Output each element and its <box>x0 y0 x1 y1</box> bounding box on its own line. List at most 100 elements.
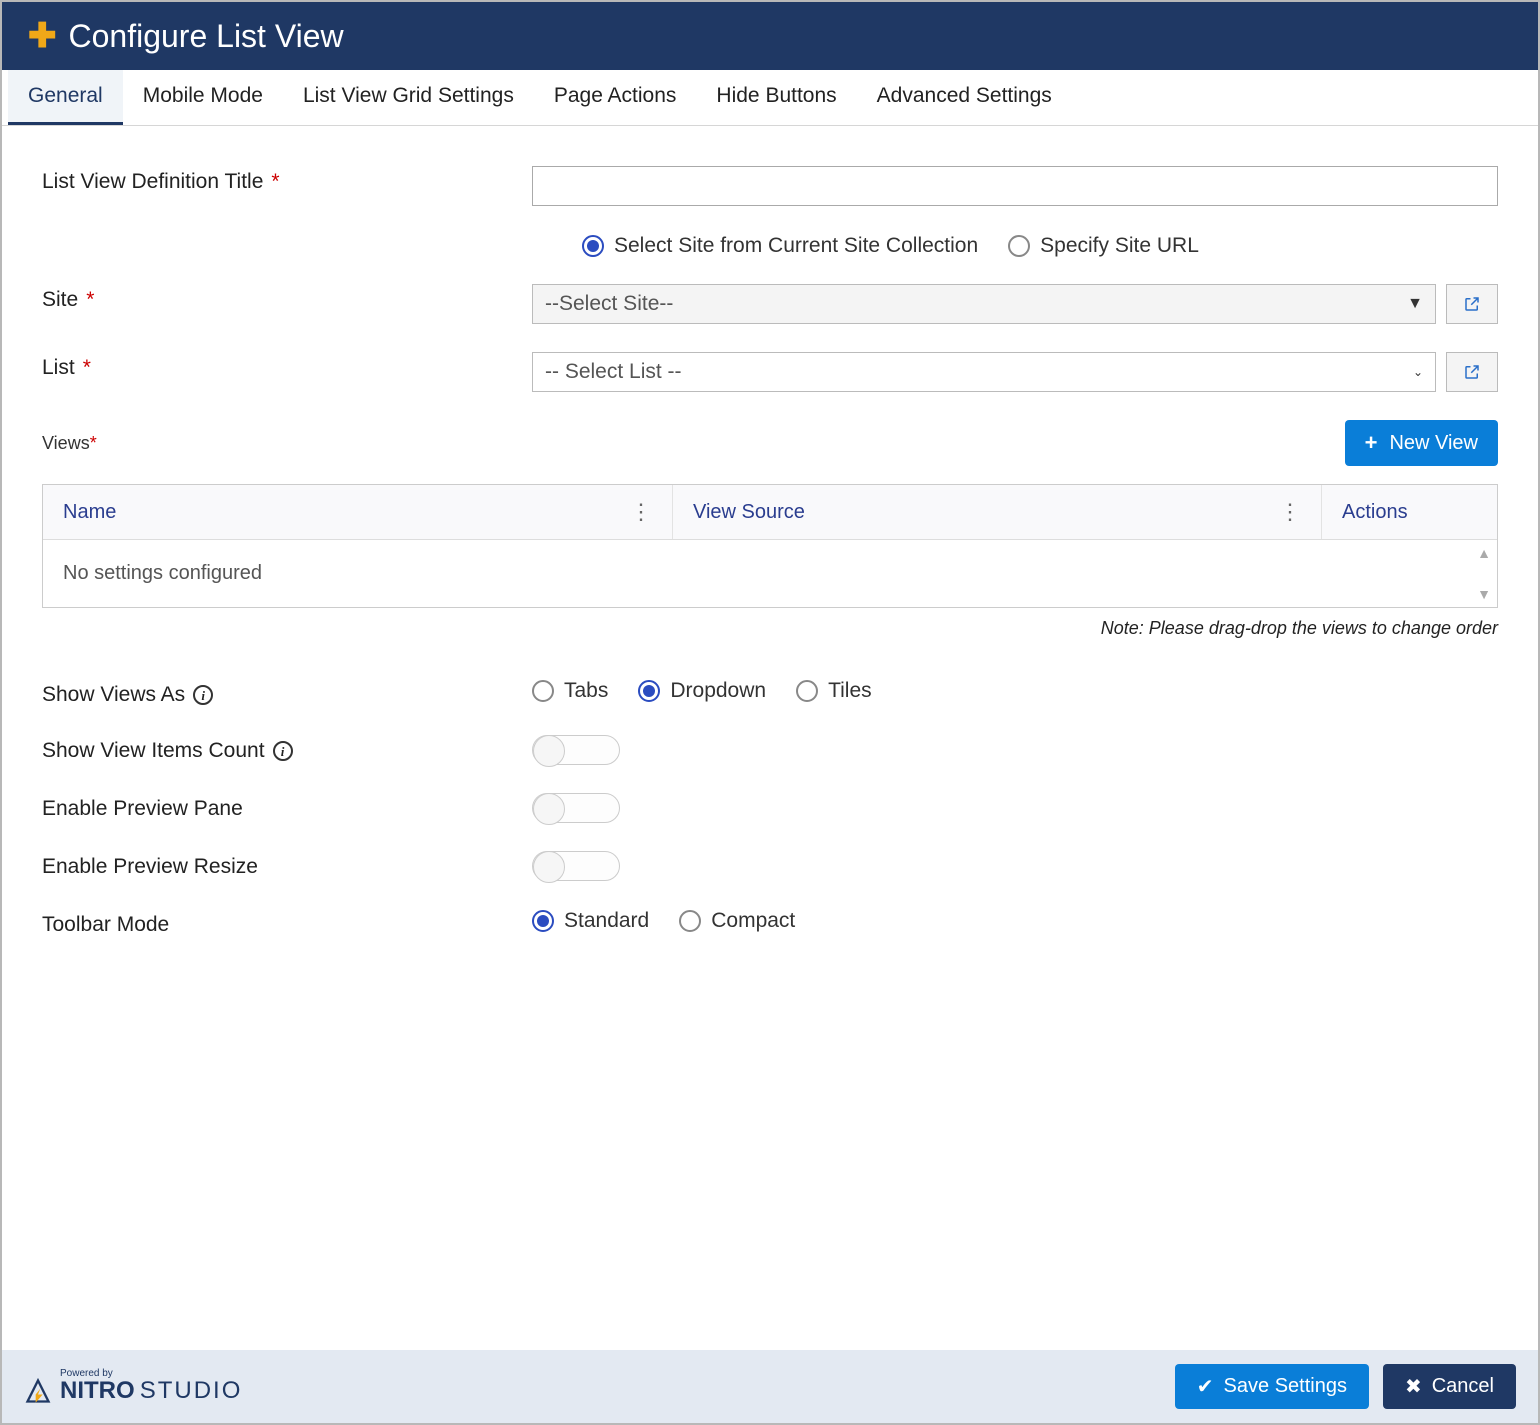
radio-tabs[interactable]: Tabs <box>532 679 608 703</box>
tab-grid-settings[interactable]: List View Grid Settings <box>283 70 534 125</box>
tab-mobile-mode[interactable]: Mobile Mode <box>123 70 283 125</box>
required-mark: * <box>271 170 279 194</box>
footer-buttons: ✔ Save Settings ✖ Cancel <box>1175 1364 1516 1409</box>
scroll-up-icon[interactable]: ▲ <box>1477 546 1491 560</box>
radio-circle-icon <box>532 680 554 702</box>
row-preview-pane: Enable Preview Pane <box>42 793 1498 823</box>
preview-pane-toggle[interactable] <box>532 793 620 823</box>
tab-advanced[interactable]: Advanced Settings <box>857 70 1072 125</box>
radio-circle-icon <box>796 680 818 702</box>
list-label: List <box>42 356 75 380</box>
radio-tiles[interactable]: Tiles <box>796 679 872 703</box>
radio-circle-icon <box>679 910 701 932</box>
views-note: Note: Please drag-drop the views to chan… <box>42 618 1498 639</box>
radio-label: Tabs <box>564 679 608 703</box>
tab-general[interactable]: General <box>8 70 123 125</box>
show-count-toggle[interactable] <box>532 735 620 765</box>
row-site: Site * --Select Site-- ▼ <box>42 284 1498 324</box>
page-header: ✚ Configure List View <box>2 2 1538 70</box>
radio-label: Tiles <box>828 679 872 703</box>
cancel-label: Cancel <box>1432 1375 1494 1398</box>
row-list: List * -- Select List -- ⌄ <box>42 352 1498 392</box>
save-settings-button[interactable]: ✔ Save Settings <box>1175 1364 1369 1409</box>
site-label: Site <box>42 288 78 312</box>
info-icon[interactable]: i <box>193 685 213 705</box>
preview-resize-toggle[interactable] <box>532 851 620 881</box>
column-name[interactable]: Name ⋮ <box>43 485 673 539</box>
radio-specify-url[interactable]: Specify Site URL <box>1008 234 1199 258</box>
footer-bar: Powered by NITRO STUDIO ✔ Save Settings … <box>2 1350 1538 1423</box>
row-toolbar-mode: Toolbar Mode Standard Compact <box>42 909 1498 937</box>
tab-hide-buttons[interactable]: Hide Buttons <box>696 70 856 125</box>
column-label: Actions <box>1342 501 1408 524</box>
toolbar-label: Toolbar Mode <box>42 913 169 937</box>
external-link-icon <box>1463 295 1481 313</box>
caret-down-icon: ⌄ <box>1413 365 1423 379</box>
cancel-button[interactable]: ✖ Cancel <box>1383 1364 1516 1409</box>
required-mark: * <box>83 356 91 380</box>
views-header: Views* + New View <box>42 420 1498 466</box>
radio-circle-icon <box>582 235 604 257</box>
new-view-button[interactable]: + New View <box>1345 420 1498 466</box>
definition-title-input[interactable] <box>532 166 1498 206</box>
preview-pane-label: Enable Preview Pane <box>42 797 243 821</box>
list-select[interactable]: -- Select List -- ⌄ <box>532 352 1436 392</box>
grid-header: Name ⋮ View Source ⋮ Actions <box>43 485 1497 540</box>
required-mark: * <box>86 288 94 312</box>
site-select[interactable]: --Select Site-- ▼ <box>532 284 1436 324</box>
brand-studio: STUDIO <box>140 1377 243 1404</box>
radio-standard[interactable]: Standard <box>532 909 649 933</box>
radio-compact[interactable]: Compact <box>679 909 795 933</box>
radio-circle-icon <box>1008 235 1030 257</box>
radio-label: Select Site from Current Site Collection <box>614 234 978 258</box>
radio-label: Standard <box>564 909 649 933</box>
show-views-as-label: Show Views As <box>42 683 185 707</box>
row-definition-title: List View Definition Title * <box>42 166 1498 206</box>
plus-icon: ✚ <box>28 16 57 56</box>
radio-dropdown[interactable]: Dropdown <box>638 679 766 703</box>
brand-nitro: NITRO <box>60 1377 135 1404</box>
scroll-down-icon[interactable]: ▼ <box>1477 587 1491 601</box>
check-icon: ✔ <box>1197 1374 1214 1399</box>
row-preview-resize: Enable Preview Resize <box>42 851 1498 881</box>
column-actions: Actions <box>1322 485 1497 539</box>
radio-label: Specify Site URL <box>1040 234 1199 258</box>
views-label: Views <box>42 433 90 453</box>
required-mark: * <box>90 433 97 453</box>
views-grid: Name ⋮ View Source ⋮ Actions No settings… <box>42 484 1498 608</box>
page-title: Configure List View <box>69 18 344 55</box>
kebab-icon[interactable]: ⋮ <box>630 499 652 525</box>
nitro-logo-icon <box>24 1377 52 1405</box>
column-label: View Source <box>693 501 805 524</box>
kebab-icon[interactable]: ⋮ <box>1279 499 1301 525</box>
radio-current-collection[interactable]: Select Site from Current Site Collection <box>582 234 978 258</box>
site-selection-radios: Select Site from Current Site Collection… <box>582 234 1498 258</box>
preview-resize-label: Enable Preview Resize <box>42 855 258 879</box>
grid-empty-text: No settings configured <box>63 562 262 584</box>
form-content: List View Definition Title * Select Site… <box>2 126 1538 1350</box>
external-link-icon <box>1463 363 1481 381</box>
grid-body: No settings configured ▲ ▼ <box>43 540 1497 607</box>
radio-label: Dropdown <box>670 679 766 703</box>
tab-page-actions[interactable]: Page Actions <box>534 70 697 125</box>
row-show-count: Show View Items Count i <box>42 735 1498 765</box>
row-show-views-as: Show Views As i Tabs Dropdown Tiles <box>42 679 1498 707</box>
close-icon: ✖ <box>1405 1374 1422 1399</box>
show-count-label: Show View Items Count <box>42 739 265 763</box>
new-view-label: New View <box>1389 432 1478 455</box>
radio-circle-icon <box>638 680 660 702</box>
radio-label: Compact <box>711 909 795 933</box>
column-label: Name <box>63 501 116 524</box>
brand-logo: Powered by NITRO STUDIO <box>24 1368 242 1405</box>
site-select-value: --Select Site-- <box>545 292 673 316</box>
caret-down-icon: ▼ <box>1407 295 1423 313</box>
save-label: Save Settings <box>1224 1375 1347 1398</box>
radio-circle-icon <box>532 910 554 932</box>
plus-icon: + <box>1365 430 1378 456</box>
list-open-button[interactable] <box>1446 352 1498 392</box>
site-open-button[interactable] <box>1446 284 1498 324</box>
definition-title-label: List View Definition Title <box>42 170 263 194</box>
info-icon[interactable]: i <box>273 741 293 761</box>
tab-bar: General Mobile Mode List View Grid Setti… <box>2 70 1538 126</box>
column-view-source[interactable]: View Source ⋮ <box>673 485 1322 539</box>
